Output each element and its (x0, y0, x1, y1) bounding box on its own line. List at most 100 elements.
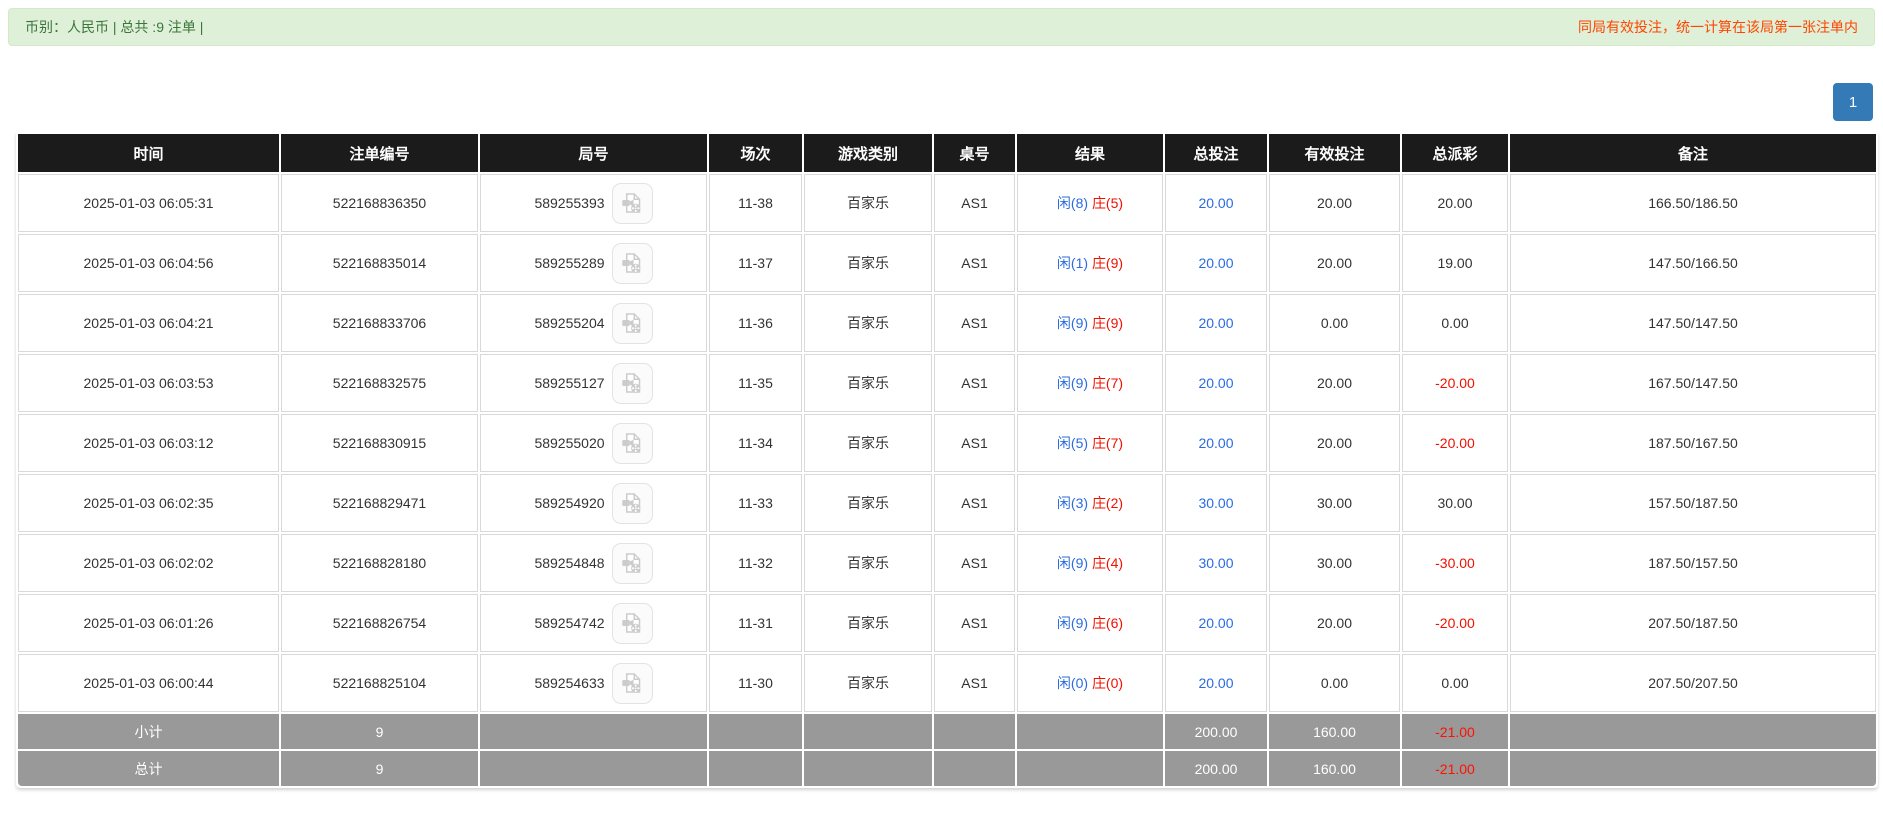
cell-payout: 30.00 (1402, 474, 1508, 532)
total-empty-cell (480, 751, 707, 786)
cell-bet-id: 522168832575 (281, 354, 478, 412)
result-player: 闲(9) (1057, 615, 1088, 631)
cell-time: 2025-01-03 06:03:12 (18, 414, 279, 472)
cell-result: 闲(9) 庄(6) (1017, 594, 1163, 652)
result-banker: 庄(6) (1092, 615, 1123, 631)
total-empty-cell (709, 751, 802, 786)
table-row: 2025-01-03 06:03:12 522168830915 5892550… (18, 414, 1876, 472)
video-replay-button[interactable] (612, 303, 653, 344)
table-row: 2025-01-03 06:00:44 522168825104 5892546… (18, 654, 1876, 712)
video-replay-button[interactable] (612, 483, 653, 524)
table-row: 2025-01-03 06:03:53 522168832575 5892551… (18, 354, 1876, 412)
video-replay-button[interactable] (612, 663, 653, 704)
round-number: 589255020 (534, 435, 604, 451)
cell-total-bet-link[interactable]: 20.00 (1165, 234, 1267, 292)
cell-remark: 187.50/157.50 (1510, 534, 1876, 592)
cell-result: 闲(0) 庄(0) (1017, 654, 1163, 712)
round-number: 589255127 (534, 375, 604, 391)
cell-round-no: 589255393 (480, 174, 707, 232)
cell-valid-bet: 30.00 (1269, 474, 1400, 532)
column-header-game-type: 游戏类别 (804, 134, 932, 172)
cell-total-bet-link[interactable]: 20.00 (1165, 294, 1267, 352)
cell-bet-id: 522168828180 (281, 534, 478, 592)
cell-remark: 187.50/167.50 (1510, 414, 1876, 472)
cell-remark: 166.50/186.50 (1510, 174, 1876, 232)
cell-result: 闲(8) 庄(5) (1017, 174, 1163, 232)
cell-time: 2025-01-03 06:00:44 (18, 654, 279, 712)
video-replay-icon (617, 428, 647, 458)
cell-time: 2025-01-03 06:04:21 (18, 294, 279, 352)
cell-valid-bet: 20.00 (1269, 594, 1400, 652)
video-replay-button[interactable] (612, 423, 653, 464)
video-replay-button[interactable] (612, 363, 653, 404)
cell-total-bet-link[interactable]: 30.00 (1165, 534, 1267, 592)
subtotal-empty-cell (934, 714, 1015, 749)
cell-remark: 207.50/207.50 (1510, 654, 1876, 712)
cell-result: 闲(9) 庄(9) (1017, 294, 1163, 352)
cell-total-bet-link[interactable]: 30.00 (1165, 474, 1267, 532)
cell-payout: 0.00 (1402, 294, 1508, 352)
video-replay-button[interactable] (612, 603, 653, 644)
table-header-row: 时间 注单编号 局号 场次 游戏类别 桌号 结果 总投注 有效投注 总派彩 备注 (18, 134, 1876, 172)
column-header-table-no: 桌号 (934, 134, 1015, 172)
column-header-round-no: 局号 (480, 134, 707, 172)
cell-result: 闲(9) 庄(7) (1017, 354, 1163, 412)
cell-remark: 207.50/187.50 (1510, 594, 1876, 652)
cell-table-no: AS1 (934, 174, 1015, 232)
cell-bet-id: 522168833706 (281, 294, 478, 352)
subtotal-empty-cell (1510, 714, 1876, 749)
subtotal-payout: -21.00 (1402, 714, 1508, 749)
round-number: 589254742 (534, 615, 604, 631)
cell-round-no: 589255204 (480, 294, 707, 352)
result-banker: 庄(9) (1092, 315, 1123, 331)
cell-table-no: AS1 (934, 234, 1015, 292)
column-header-remark: 备注 (1510, 134, 1876, 172)
cell-table-no: AS1 (934, 534, 1015, 592)
cell-payout: -20.00 (1402, 354, 1508, 412)
cell-valid-bet: 0.00 (1269, 294, 1400, 352)
cell-game-type: 百家乐 (804, 534, 932, 592)
cell-total-bet-link[interactable]: 20.00 (1165, 654, 1267, 712)
result-banker: 庄(7) (1092, 375, 1123, 391)
cell-remark: 147.50/147.50 (1510, 294, 1876, 352)
bet-records-table: 时间 注单编号 局号 场次 游戏类别 桌号 结果 总投注 有效投注 总派彩 备注… (16, 132, 1878, 788)
subtotal-empty-cell (480, 714, 707, 749)
cell-payout: 19.00 (1402, 234, 1508, 292)
cell-time: 2025-01-03 06:02:02 (18, 534, 279, 592)
cell-total-bet-link[interactable]: 20.00 (1165, 354, 1267, 412)
column-header-payout: 总派彩 (1402, 134, 1508, 172)
cell-total-bet-link[interactable]: 20.00 (1165, 414, 1267, 472)
column-header-session: 场次 (709, 134, 802, 172)
video-replay-button[interactable] (612, 543, 653, 584)
subtotal-empty-cell (804, 714, 932, 749)
cell-total-bet-link[interactable]: 20.00 (1165, 594, 1267, 652)
total-empty-cell (1510, 751, 1876, 786)
video-replay-icon (617, 188, 647, 218)
cell-result: 闲(9) 庄(4) (1017, 534, 1163, 592)
cell-result: 闲(1) 庄(9) (1017, 234, 1163, 292)
total-valid-bet: 160.00 (1269, 751, 1400, 786)
column-header-result: 结果 (1017, 134, 1163, 172)
total-count: 9 (281, 751, 478, 786)
cell-table-no: AS1 (934, 354, 1015, 412)
subtotal-valid-bet: 160.00 (1269, 714, 1400, 749)
video-replay-button[interactable] (612, 243, 653, 284)
cell-time: 2025-01-03 06:05:31 (18, 174, 279, 232)
column-header-bet-id: 注单编号 (281, 134, 478, 172)
cell-total-bet-link[interactable]: 20.00 (1165, 174, 1267, 232)
cell-remark: 147.50/166.50 (1510, 234, 1876, 292)
cell-session: 11-34 (709, 414, 802, 472)
video-replay-button[interactable] (612, 183, 653, 224)
cell-result: 闲(3) 庄(2) (1017, 474, 1163, 532)
table-row: 2025-01-03 06:01:26 522168826754 5892547… (18, 594, 1876, 652)
cell-bet-id: 522168825104 (281, 654, 478, 712)
cell-payout: -20.00 (1402, 594, 1508, 652)
pagination-page-1-button[interactable]: 1 (1833, 83, 1873, 121)
round-number: 589254633 (534, 675, 604, 691)
subtotal-total-bet: 200.00 (1165, 714, 1267, 749)
subtotal-count: 9 (281, 714, 478, 749)
cell-payout: 0.00 (1402, 654, 1508, 712)
column-header-time: 时间 (18, 134, 279, 172)
cell-session: 11-35 (709, 354, 802, 412)
cell-payout: -30.00 (1402, 534, 1508, 592)
